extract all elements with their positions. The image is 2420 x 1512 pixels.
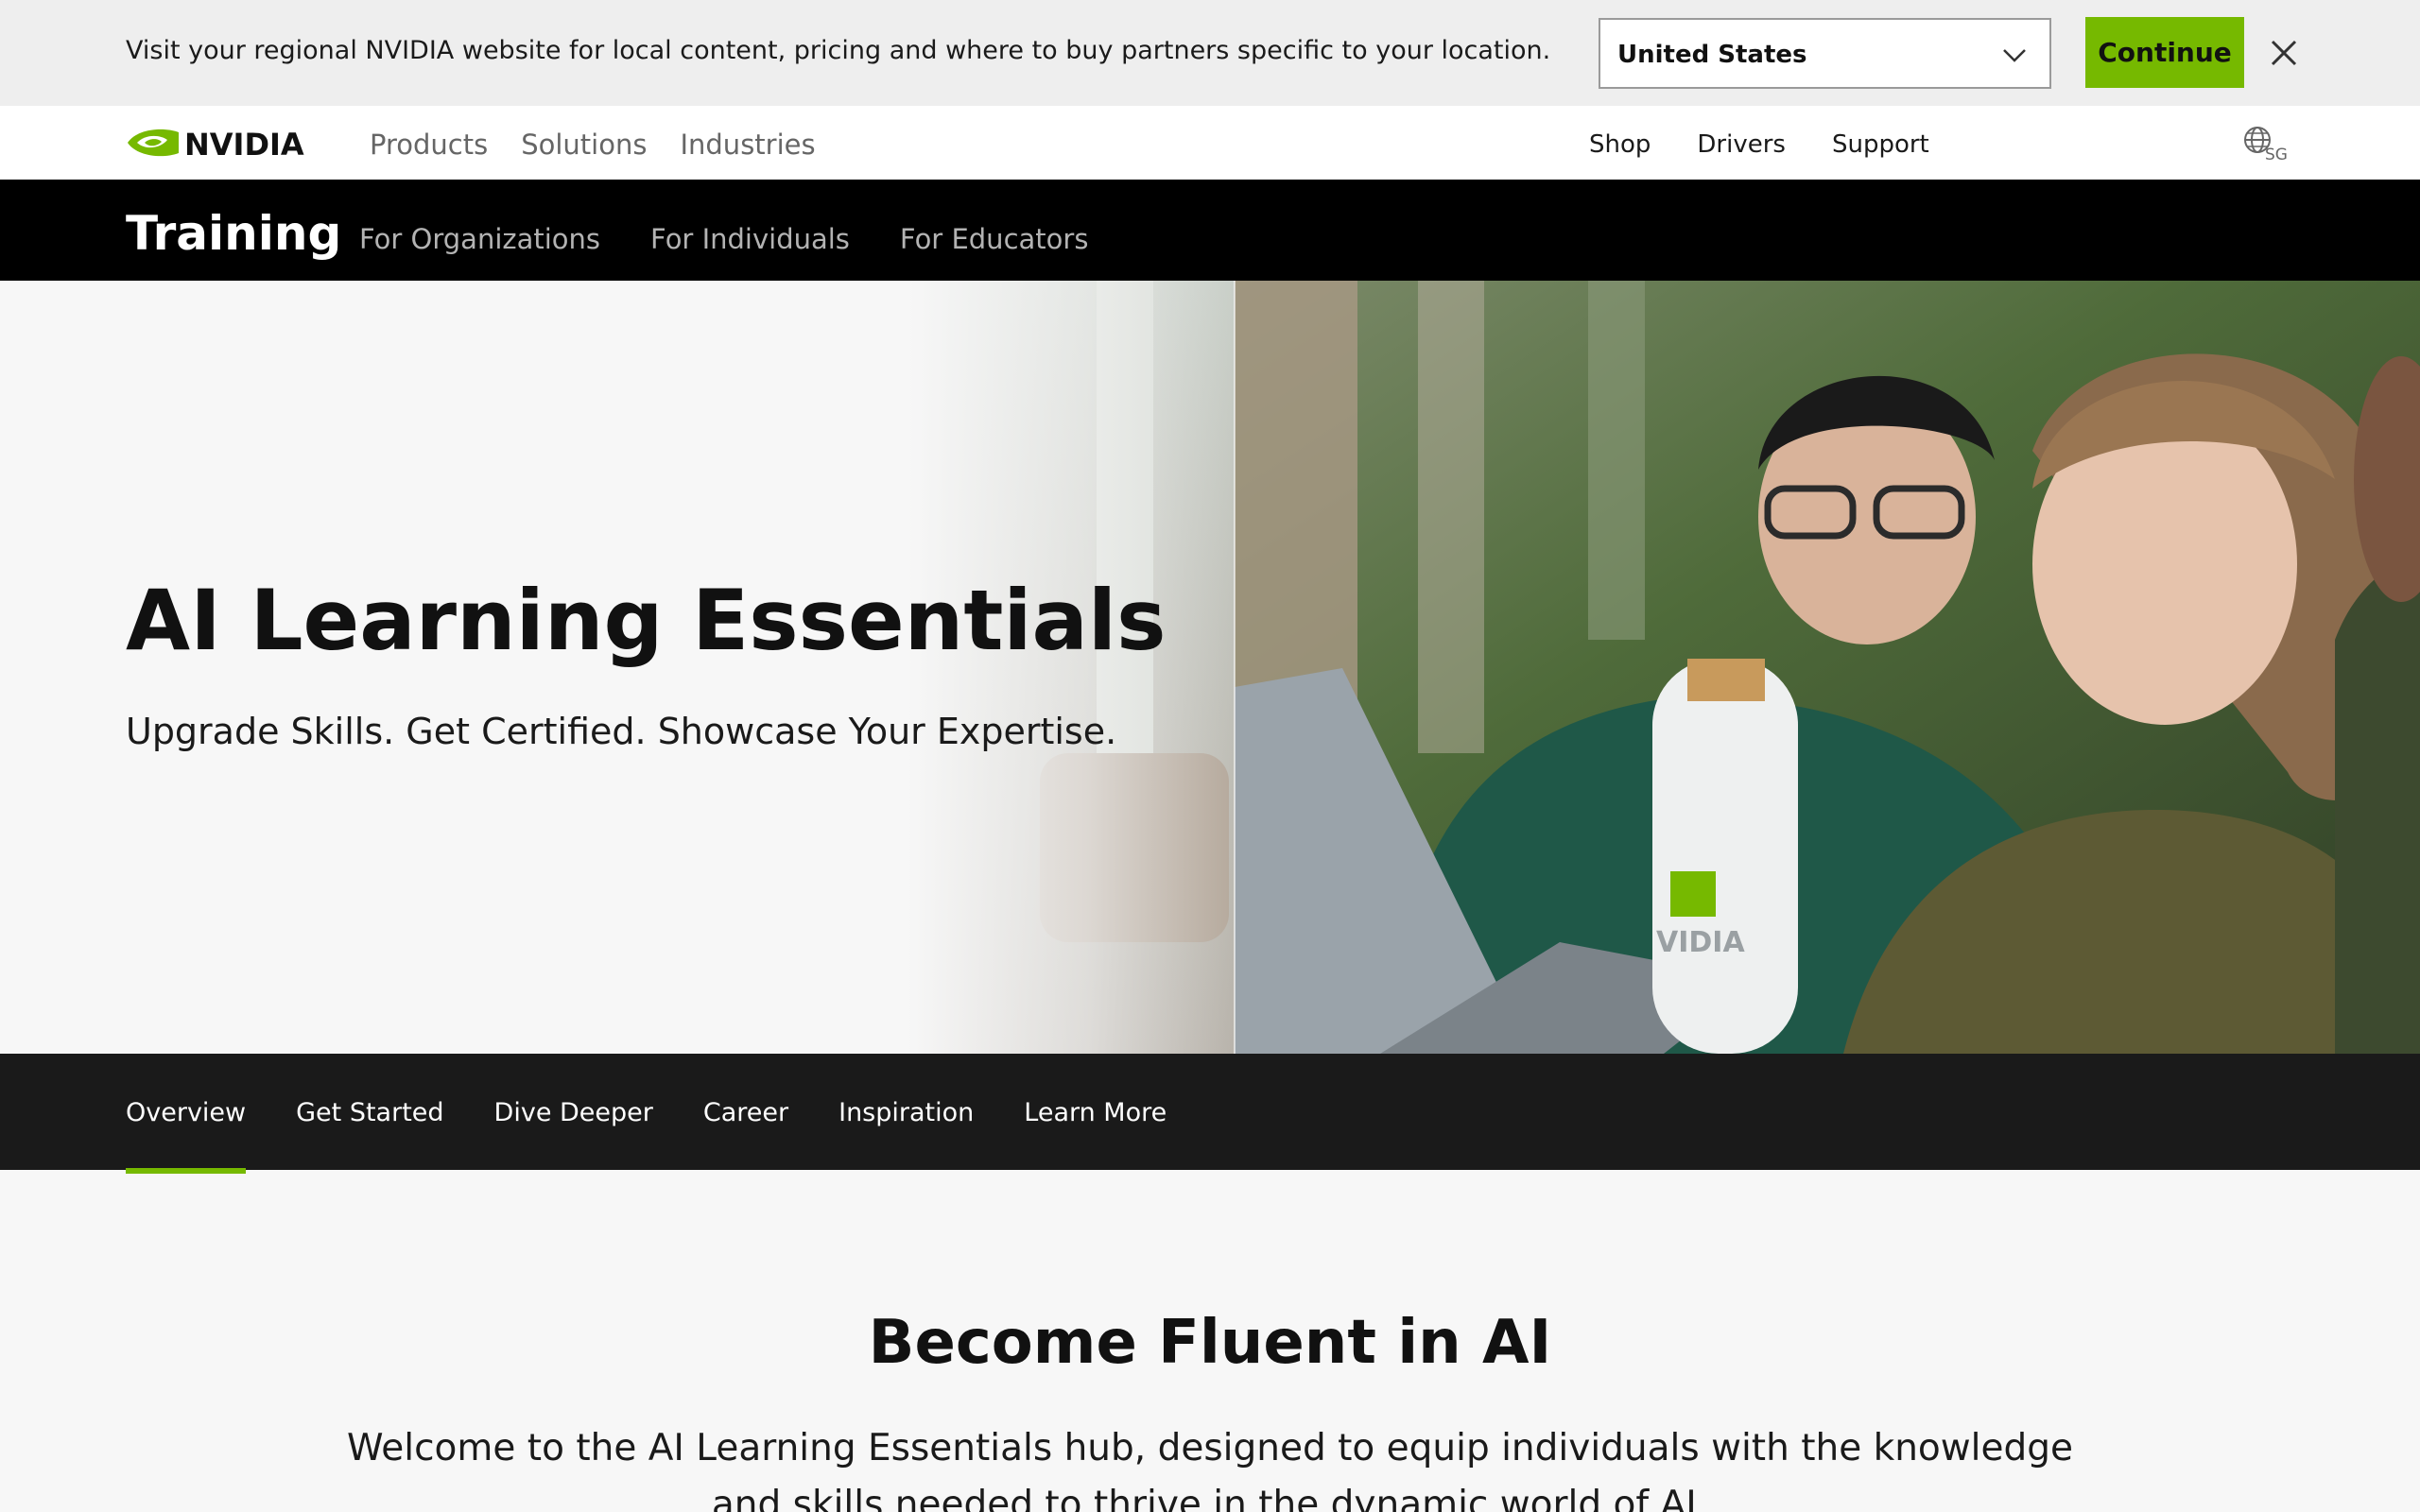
svg-text:VIDIA: VIDIA	[1656, 926, 1745, 959]
close-icon[interactable]	[2265, 34, 2303, 72]
training-link-organizations[interactable]: For Organizations	[359, 223, 600, 255]
region-select-value: United States	[1617, 41, 1807, 69]
hero-subtitle: Upgrade Skills. Get Certified. Showcase …	[126, 711, 1117, 752]
tab-inspiration[interactable]: Inspiration	[838, 1098, 974, 1127]
nav-item-support[interactable]: Support	[1832, 130, 1929, 159]
nav-utility: Shop Drivers Support	[1589, 130, 1929, 159]
region-select[interactable]: United States	[1599, 18, 2051, 89]
main-nav: NVIDIA Products Solutions Industries Sho…	[0, 106, 2420, 180]
globe-icon[interactable]: SG	[2242, 125, 2295, 163]
nvidia-eye-icon	[128, 129, 179, 157]
nvidia-wordmark: NVIDIA	[184, 127, 304, 163]
nav-item-shop[interactable]: Shop	[1589, 130, 1651, 159]
nvidia-logo[interactable]: NVIDIA	[126, 123, 310, 163]
section-nav: Overview Get Started Dive Deeper Career …	[0, 1054, 2420, 1174]
nav-item-drivers[interactable]: Drivers	[1697, 130, 1786, 159]
section-tabs: Overview Get Started Dive Deeper Career …	[126, 1098, 1167, 1174]
training-link-educators[interactable]: For Educators	[900, 223, 1089, 255]
tab-learn-more[interactable]: Learn More	[1024, 1098, 1167, 1127]
hero-banner: VIDIA AI Learning Essentials Upgrade Ski…	[0, 281, 2420, 1054]
region-banner: Visit your regional NVIDIA website for l…	[0, 0, 2420, 106]
nav-item-products[interactable]: Products	[370, 129, 488, 161]
tab-dive-deeper[interactable]: Dive Deeper	[494, 1098, 653, 1127]
training-link-individuals[interactable]: For Individuals	[650, 223, 850, 255]
chevron-down-icon	[2003, 49, 2026, 62]
training-subnav: Training For Organizations For Individua…	[0, 180, 2420, 281]
section-intro: Welcome to the AI Learning Essentials hu…	[346, 1427, 2074, 1512]
hero-title: AI Learning Essentials	[126, 572, 1167, 669]
region-message: Visit your regional NVIDIA website for l…	[126, 36, 1551, 65]
training-title[interactable]: Training	[126, 206, 341, 261]
section-title: Become Fluent in AI	[868, 1308, 1552, 1378]
nav-item-solutions[interactable]: Solutions	[521, 129, 647, 161]
tab-overview[interactable]: Overview	[126, 1098, 247, 1174]
tab-get-started[interactable]: Get Started	[296, 1098, 443, 1127]
tab-career[interactable]: Career	[703, 1098, 788, 1127]
training-links: For Organizations For Individuals For Ed…	[359, 223, 1088, 255]
nav-item-industries[interactable]: Industries	[680, 129, 815, 161]
nav-primary: Products Solutions Industries	[370, 129, 816, 161]
continue-button[interactable]: Continue	[2085, 17, 2244, 88]
locale-code: SG	[2265, 146, 2288, 163]
